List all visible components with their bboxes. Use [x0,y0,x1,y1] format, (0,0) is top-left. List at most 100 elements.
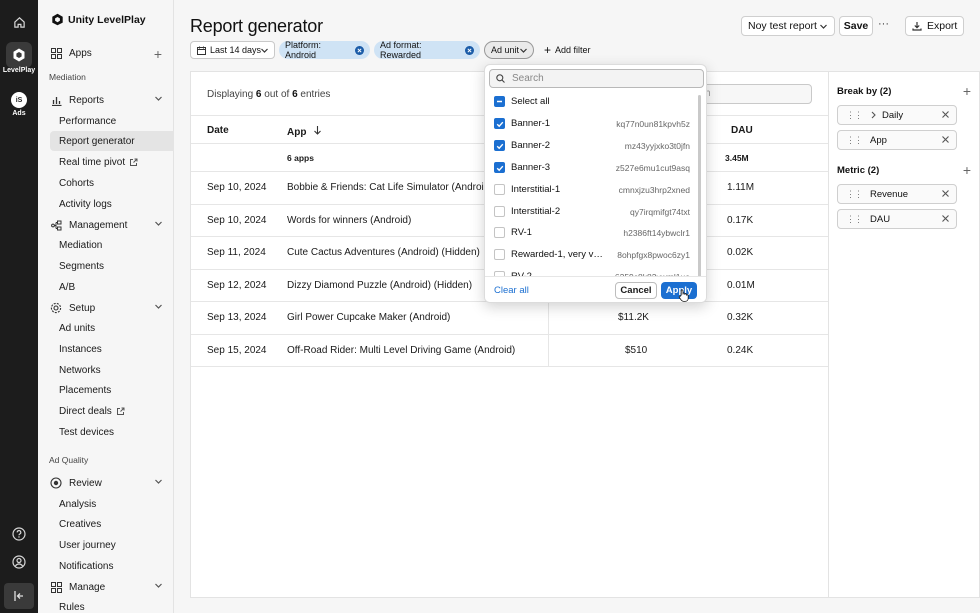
table-row[interactable]: Sep 15, 2024 Off-Road Rider: Multi Level… [191,334,829,367]
ad-unit-option[interactable]: Banner-3 z527e6mu1cut9asq [485,157,698,179]
break-by-item-app[interactable]: ⋮⋮ App [837,130,957,150]
sidebar-item-apps[interactable]: Apps + [38,43,174,63]
collapse-sidebar-icon[interactable] [4,583,34,609]
dropdown-scrollbar[interactable] [698,95,701,302]
section-ad-quality: Ad Quality [49,455,89,465]
option-checkbox[interactable] [494,249,505,260]
sidebar-item-management[interactable]: Management [38,215,174,235]
sidebar-item-networks[interactable]: Networks [38,360,174,380]
metric-item-revenue[interactable]: ⋮⋮ Revenue [837,184,957,204]
sidebar-item-performance[interactable]: Performance [38,111,174,131]
chevron-right-icon[interactable] [870,111,877,119]
drag-handle-icon[interactable]: ⋮⋮ [846,214,863,225]
sidebar-item-placements[interactable]: Placements [38,380,174,400]
option-checkbox[interactable] [494,162,505,173]
ad-unit-option[interactable]: Interstitial-1 cmnxjzu3hrp2xned [485,179,698,201]
brand-logo: Unity LevelPlay [51,13,146,26]
sidebar-item-ab[interactable]: A/B [38,277,174,297]
levelplay-product-icon[interactable] [6,42,32,68]
date-range-label: Last 14 days [210,45,262,55]
option-checkbox[interactable] [494,140,505,151]
add-metric-icon[interactable]: + [963,162,971,178]
option-checkbox[interactable] [494,227,505,238]
sidebar-item-segments[interactable]: Segments [38,256,174,276]
sidebar-item-analysis[interactable]: Analysis [38,494,174,514]
export-button[interactable]: Export [905,16,964,36]
sidebar-item-setup[interactable]: Setup [38,298,174,318]
sidebar-item-direct-deals[interactable]: Direct deals [38,401,174,421]
add-app-icon[interactable]: + [154,46,162,62]
save-button[interactable]: Save [839,16,873,36]
remove-filter-icon[interactable] [465,45,474,55]
cell-dau: 0.24K [727,345,754,356]
sidebar-item-review[interactable]: Review [38,473,174,493]
sidebar-item-creatives[interactable]: Creatives [38,514,174,534]
report-select[interactable]: Noy test report [741,16,835,36]
option-checkbox[interactable] [494,206,505,217]
add-filter-label: Add filter [555,45,591,55]
sidebar-item-real-time-pivot[interactable]: Real time pivot [38,152,174,172]
ad-unit-option[interactable]: Banner-2 mz43yyjxko3t0jfn [485,135,698,157]
sidebar-item-user-journey[interactable]: User journey [38,535,174,555]
sidebar-item-cohorts[interactable]: Cohorts [38,173,174,193]
ad-unit-option[interactable]: Interstitial-2 qy7irqmifgt74txt [485,201,698,223]
select-all-option[interactable]: Select all [485,91,698,113]
remove-filter-icon[interactable] [355,45,364,55]
manage-grid-icon [50,581,62,593]
option-checkbox[interactable] [494,118,505,129]
sidebar-item-activity-logs[interactable]: Activity logs [38,194,174,214]
option-label: Banner-2 [511,140,551,151]
cell-date: Sep 12, 2024 [207,280,267,291]
sidebar-item-instances[interactable]: Instances [38,339,174,359]
sidebar-item-test-devices[interactable]: Test devices [38,422,174,442]
clear-all-link[interactable]: Clear all [494,285,529,296]
cancel-button[interactable]: Cancel [615,282,657,299]
option-id: 8ohpfgx8pwoc6zy1 [617,250,690,260]
remove-icon[interactable] [941,110,950,122]
sidebar-item-rules[interactable]: Rules [38,597,174,613]
drag-handle-icon[interactable]: ⋮⋮ [846,189,863,200]
download-icon [912,21,922,31]
home-icon[interactable] [6,9,32,35]
help-icon[interactable] [6,521,32,547]
summary-app-count: 6 apps [287,153,314,163]
date-range-filter[interactable]: Last 14 days [190,41,275,59]
drag-handle-icon[interactable]: ⋮⋮ [846,110,863,121]
ad-format-filter-chip[interactable]: Ad format: Rewarded [374,40,480,60]
add-break-by-icon[interactable]: + [963,83,971,99]
ad-unit-option[interactable]: Banner-1 kq77n0un81kpvh5z [485,113,698,135]
user-profile-icon[interactable] [6,549,32,575]
sidebar-item-label: Setup [69,302,96,314]
ad-unit-option[interactable]: RV-1 h2386ft14ybwclr1 [485,222,698,244]
add-filter-button[interactable]: + Add filter [538,41,602,59]
dropdown-search-input[interactable]: Search [489,69,704,88]
break-by-item-daily[interactable]: ⋮⋮ Daily [837,105,957,125]
remove-icon[interactable] [941,214,950,226]
drag-handle-icon[interactable]: ⋮⋮ [846,135,863,146]
column-header-date[interactable]: Date [207,125,229,136]
dropdown-footer: Clear all Cancel Apply [485,276,706,302]
global-nav-rail: LevelPlay iS Ads [0,0,38,613]
remove-icon[interactable] [941,189,950,201]
select-all-checkbox[interactable] [494,96,505,107]
sidebar-item-ad-units[interactable]: Ad units [38,318,174,338]
remove-icon[interactable] [941,135,950,147]
option-id: cmnxjzu3hrp2xned [618,185,690,195]
option-checkbox[interactable] [494,184,505,195]
column-header-app[interactable]: App [287,125,322,138]
table-row[interactable]: Sep 13, 2024 Girl Power Cupcake Maker (A… [191,301,829,334]
option-label: Banner-3 [511,162,551,173]
sidebar-item-reports[interactable]: Reports [38,90,174,110]
sort-arrow-down-icon[interactable] [313,125,322,135]
ad-unit-option[interactable]: Rewarded-1, very very long name 8ohpfgx8… [485,244,698,266]
cell-app: Girl Power Cupcake Maker (Android) [287,312,451,323]
metric-item-dau[interactable]: ⋮⋮ DAU [837,209,957,229]
cell-app: Words for winners (Android) [287,215,412,226]
sidebar-item-notifications[interactable]: Notifications [38,556,174,576]
column-header-dau[interactable]: DAU [731,125,753,136]
more-options-icon[interactable]: ··· [878,18,889,30]
platform-filter-chip[interactable]: Platform: Android [279,40,370,60]
sidebar-item-mediation[interactable]: Mediation [38,235,174,255]
ad-unit-filter-chip[interactable]: Ad unit [484,41,534,59]
sidebar-item-manage[interactable]: Manage [38,577,174,597]
